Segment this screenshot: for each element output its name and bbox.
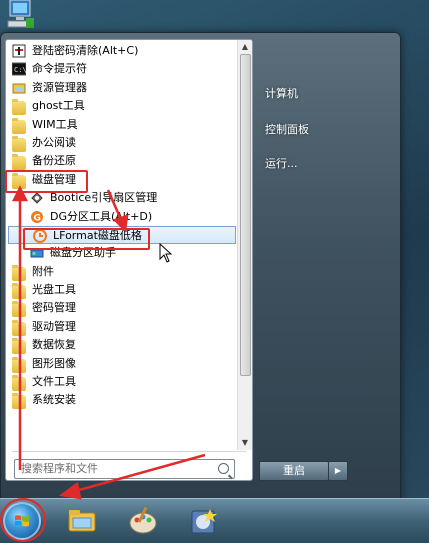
program-item-label: 文件工具: [32, 375, 76, 389]
svg-text:G: G: [34, 213, 41, 223]
folder-icon: [12, 393, 26, 410]
folder-icon: [12, 319, 26, 336]
shutdown-options-button[interactable]: ▶: [328, 461, 348, 481]
programs-pane: 登陆密码清除(Alt+C) C:\ 命令提示符资源管理器 ghost工具 WIM工具办公…: [5, 39, 253, 481]
program-item[interactable]: 系统安装: [6, 391, 238, 410]
program-item-label: 图形图像: [32, 356, 76, 370]
search-input[interactable]: 搜索程序和文件: [14, 459, 235, 479]
program-list: 登陆密码清除(Alt+C) C:\ 命令提示符资源管理器 ghost工具 WIM工具办公…: [6, 42, 238, 410]
bootice-icon: [30, 191, 44, 205]
folder-icon: [12, 356, 26, 373]
divider: [12, 451, 246, 452]
program-item-label: 光盘工具: [32, 283, 76, 297]
svg-text:C:\: C:\: [14, 66, 26, 74]
program-item[interactable]: 办公阅读: [6, 134, 238, 152]
program-item-label: 附件: [32, 264, 54, 278]
program-item[interactable]: ghost工具: [6, 97, 238, 116]
media-tool-icon[interactable]: [188, 505, 220, 537]
start-menu: 登陆密码清除(Alt+C) C:\ 命令提示符资源管理器 ghost工具 WIM工具办公…: [0, 32, 401, 500]
cmd-icon: C:\: [11, 62, 27, 76]
program-item[interactable]: WIM工具: [6, 116, 238, 134]
program-item-label: 命令提示符: [32, 62, 87, 76]
computer-link[interactable]: 计算机: [265, 85, 298, 101]
restart-button[interactable]: 重启: [259, 461, 329, 481]
program-item-label: 资源管理器: [32, 80, 87, 94]
run-link[interactable]: 运行...: [265, 155, 298, 171]
folder-icon: [12, 338, 26, 355]
search-icon: [218, 463, 229, 474]
program-item[interactable]: 文件工具: [6, 373, 238, 392]
search-placeholder: 搜索程序和文件: [21, 462, 98, 475]
program-item-label: 驱动管理: [32, 319, 76, 333]
mouse-cursor-icon: [159, 243, 173, 263]
program-item[interactable]: 资源管理器: [6, 79, 238, 97]
program-item[interactable]: 图形图像: [6, 355, 238, 373]
program-item[interactable]: G DG分区工具(Alt+D): [6, 208, 238, 226]
file-explorer-icon[interactable]: [66, 505, 98, 537]
folder-icon: [12, 375, 26, 392]
folder-icon: [12, 283, 26, 300]
program-item-label: 办公阅读: [32, 135, 76, 149]
program-item-label: 系统安装: [32, 393, 76, 407]
folder-icon: [12, 99, 26, 116]
ntpwedit-icon: [12, 44, 26, 58]
annotation-ring-start: [0, 498, 46, 542]
program-item-label: Bootice引导扇区管理: [50, 191, 158, 205]
folder-icon: [12, 154, 26, 171]
program-item[interactable]: 登陆密码清除(Alt+C): [6, 42, 238, 60]
explorer-icon: [12, 81, 26, 95]
program-item-label: 备份还原: [32, 154, 76, 168]
program-item[interactable]: 光盘工具: [6, 281, 238, 300]
program-item[interactable]: 驱动管理: [6, 318, 238, 336]
program-item[interactable]: 数据恢复: [6, 336, 238, 355]
folder-icon: [12, 117, 26, 134]
annotation-box-disk-management: [5, 170, 88, 193]
program-item[interactable]: 密码管理: [6, 299, 238, 318]
scroll-down-icon[interactable]: ▼: [240, 438, 250, 448]
program-item-label: DG分区工具(Alt+D): [50, 209, 153, 223]
program-item[interactable]: 附件: [6, 263, 238, 281]
diskgenius-icon: G: [30, 210, 44, 224]
folder-icon: [12, 301, 26, 318]
program-item-label: 数据恢复: [32, 338, 76, 352]
program-item-label: 密码管理: [32, 301, 76, 315]
scroll-up-icon[interactable]: ▲: [240, 42, 250, 52]
computer-desktop-icon[interactable]: [4, 0, 38, 30]
program-item-label: ghost工具: [32, 99, 85, 113]
control-panel-link[interactable]: 控制面板: [265, 121, 309, 137]
annotation-box-lformat: [23, 228, 150, 250]
program-list-scrollbar[interactable]: ▲ ▼: [237, 40, 252, 450]
folder-icon: [12, 135, 26, 152]
program-item-label: WIM工具: [32, 117, 78, 131]
folder-icon: [12, 264, 26, 281]
paint-icon[interactable]: [127, 505, 159, 537]
scroll-thumb[interactable]: [240, 54, 251, 376]
program-item[interactable]: C:\ 命令提示符: [6, 60, 238, 78]
program-item-label: 登陆密码清除(Alt+C): [32, 44, 139, 57]
program-item[interactable]: 备份还原: [6, 152, 238, 171]
taskbar: [0, 498, 429, 543]
